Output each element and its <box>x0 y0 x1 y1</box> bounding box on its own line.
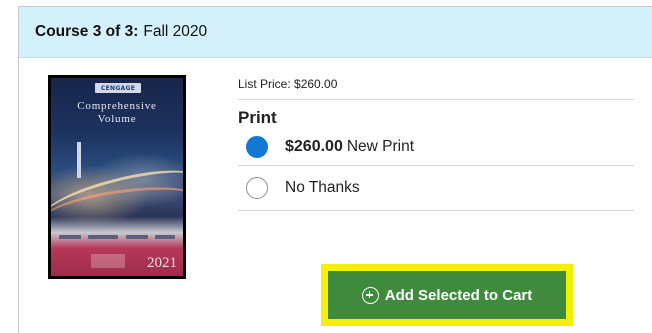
cover-title-line2: Volume <box>97 113 137 125</box>
publisher-badge: CENGAGE <box>95 83 141 93</box>
cover-monument <box>77 142 81 178</box>
cta-highlight: Add Selected to Cart <box>321 264 573 326</box>
cover-title-line1: Comprehensive <box>77 100 157 112</box>
format-heading: Print <box>238 108 277 127</box>
book-cover-image: CENGAGE Comprehensive Volume 2021 <box>48 75 186 279</box>
new-print-price: $260.00 <box>285 137 343 155</box>
course-number: Course 3 of 3: <box>35 23 139 40</box>
cover-author-block <box>91 254 125 268</box>
radio-no-thanks[interactable] <box>246 177 268 199</box>
option-new-print-label: $260.00 New Print <box>285 138 414 156</box>
purchase-options: List Price: $260.00 Print $260.00 New Pri… <box>238 77 634 211</box>
add-to-cart-label: Add Selected to Cart <box>384 286 533 304</box>
course-header: Course 3 of 3: Fall 2020 <box>19 7 652 58</box>
no-thanks-label: No Thanks <box>285 179 360 196</box>
option-new-print[interactable]: $260.00 New Print <box>238 128 634 166</box>
cover-year: 2021 <box>147 255 177 271</box>
list-price: List Price: $260.00 <box>238 77 634 100</box>
course-term: Fall 2020 <box>143 23 208 40</box>
option-no-thanks[interactable]: No Thanks <box>238 166 634 211</box>
plus-circle-icon <box>361 286 379 304</box>
radio-new-print[interactable] <box>246 135 268 158</box>
new-print-type: New Print <box>346 137 415 155</box>
publisher-name: CENGAGE <box>100 84 136 92</box>
add-selected-to-cart-button[interactable]: Add Selected to Cart <box>328 271 566 319</box>
cover-logos <box>51 232 183 242</box>
